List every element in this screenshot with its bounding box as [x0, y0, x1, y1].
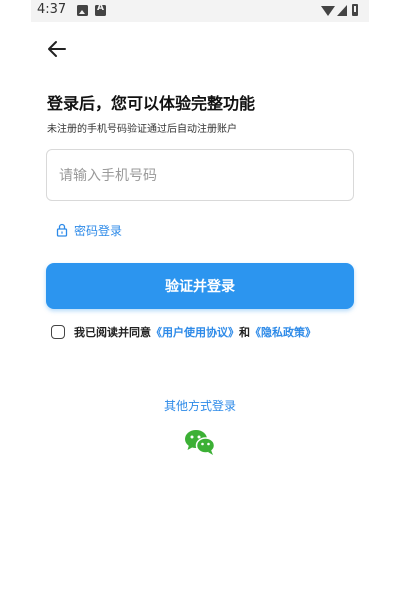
phone-field-container — [46, 149, 354, 201]
login-screen: 4:37 登录后，您可以体验完整功能 未注册的手机号码验证通过后自动注册账户 密… — [31, 0, 369, 600]
lock-icon — [56, 223, 68, 237]
page-subtitle: 未注册的手机号码验证通过后自动注册账户 — [47, 124, 237, 135]
other-login-label[interactable]: 其他方式登录 — [31, 397, 369, 414]
verify-login-button[interactable]: 验证并登录 — [46, 263, 354, 309]
status-time: 4:37 — [37, 2, 67, 17]
user-agreement-link[interactable]: 《用户使用协议》 — [151, 324, 239, 340]
agreement-conjunction: 和 — [239, 326, 250, 339]
agreement-row: 我已阅读并同意 《用户使用协议》 和 《隐私政策》 — [51, 324, 316, 340]
wechat-login-button[interactable] — [184, 428, 216, 456]
privacy-policy-link[interactable]: 《隐私政策》 — [250, 324, 316, 340]
password-login-link[interactable]: 密码登录 — [56, 221, 122, 239]
phone-input[interactable] — [57, 163, 341, 189]
agreement-prefix: 我已阅读并同意 — [74, 326, 151, 339]
wifi-icon — [321, 6, 335, 16]
arrow-left-icon — [48, 41, 66, 57]
cellular-icon — [337, 5, 347, 16]
back-button[interactable] — [45, 38, 69, 60]
wechat-icon — [185, 430, 216, 455]
gallery-icon — [77, 5, 88, 16]
password-login-label: 密码登录 — [74, 223, 123, 238]
page-title: 登录后，您可以体验完整功能 — [47, 94, 256, 113]
battery-icon — [352, 4, 358, 16]
a-icon — [95, 3, 106, 16]
status-bar: 4:37 — [31, 0, 369, 22]
agreement-checkbox[interactable] — [51, 325, 65, 339]
